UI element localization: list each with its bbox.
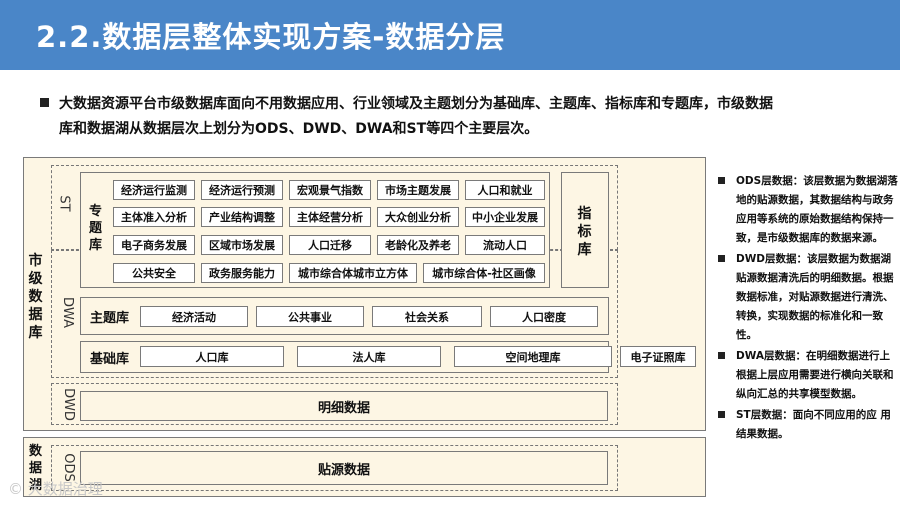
- note-text-dwd: DWD层数据：该层数据为数据湖贴源数据清洗后的明细数据。根据数据标准，对贴源数据…: [736, 253, 894, 341]
- note-item: DWA层数据：在明细数据进行上根据上层应用需要进行横向关联和纵向汇总的共享模型数…: [718, 347, 898, 404]
- page-title: 2.2.数据层整体实现方案-数据分层: [36, 20, 506, 54]
- topic-cell: 区域市场发展: [201, 235, 283, 255]
- topic-cell: 政务服务能力: [201, 263, 283, 283]
- topic-cell: 产业结构调整: [201, 207, 283, 227]
- topic-cell: 大众创业分析: [377, 207, 459, 227]
- subject-db-label: 主题库: [90, 311, 130, 326]
- layer-tag-dwa: DWA: [60, 296, 76, 329]
- note-text-ods: ODS层数据：该层数据为数据湖落地的贴源数据，其数据结构与政务应用等系统的原始数…: [736, 175, 898, 244]
- note-item: ST层数据：面向不同应用的应 用结果数据。: [718, 406, 898, 444]
- bullet-square-icon: [718, 411, 725, 418]
- topic-cell: 主体经营分析: [289, 207, 371, 227]
- layer-tag-dwd: DWD: [60, 388, 76, 421]
- city-database-label: 市级数据库: [28, 253, 43, 341]
- bullet-square-icon: [40, 98, 49, 107]
- topic-cell: 老龄化及养老: [377, 235, 459, 255]
- topic-cell: 人口迁移: [289, 235, 371, 255]
- topic-cell: 城市综合体-社区画像: [423, 263, 545, 283]
- note-text-st: ST层数据：面向不同应用的应 用结果数据。: [736, 409, 891, 440]
- base-db-label: 基础库: [90, 352, 130, 367]
- bullet-square-icon: [718, 255, 725, 262]
- topic-cell: 城市综合体城市立方体: [289, 263, 417, 283]
- topic-cell: 经济运行预测: [201, 180, 283, 200]
- topic-cell: 经济运行监测: [113, 180, 195, 200]
- topic-cell: 主体准入分析: [113, 207, 195, 227]
- title-bar: 2.2.数据层整体实现方案-数据分层: [0, 0, 900, 70]
- watermark-text: 大数据治理: [27, 480, 103, 498]
- topic-cell: 人口和就业: [465, 180, 545, 200]
- subject-cell: 公共事业: [256, 306, 364, 327]
- base-cell: 空间地理库: [454, 346, 612, 367]
- bullet-square-icon: [718, 352, 725, 359]
- topic-db-label: 专题库: [88, 204, 102, 253]
- intro-line-1: 大数据资源平台市级数据库面向不用数据应用、行业领域及主题划分为基础库、主题库、指…: [59, 96, 773, 112]
- note-text-dwa: DWA层数据：在明细数据进行上根据上层应用需要进行横向关联和纵向汇总的共享模型数…: [736, 350, 894, 400]
- topic-cell: 宏观景气指数: [289, 180, 371, 200]
- bullet-square-icon: [718, 177, 725, 184]
- note-item: ODS层数据：该层数据为数据湖落地的贴源数据，其数据结构与政务应用等系统的原始数…: [718, 172, 898, 248]
- subject-cell: 经济活动: [140, 306, 248, 327]
- topic-cell: 市场主题发展: [377, 180, 459, 200]
- layer-tag-st: ST: [56, 195, 72, 212]
- watermark: © 大数据治理: [8, 478, 103, 499]
- detail-data-bar: 明细数据: [80, 391, 608, 421]
- topic-cell: 中小企业发展: [465, 207, 545, 227]
- watermark-logo-icon: ©: [8, 480, 23, 498]
- topic-cell: 公共安全: [113, 263, 195, 283]
- base-cell: 电子证照库: [620, 346, 696, 367]
- note-item: DWD层数据：该层数据为数据湖贴源数据清洗后的明细数据。根据数据标准，对贴源数据…: [718, 250, 898, 345]
- intro-line-2: 库和数据湖从数据层次上划分为ODS、DWD、DWA和ST等四个主要层次。: [59, 121, 539, 137]
- intro-paragraph: 大数据资源平台市级数据库面向不用数据应用、行业领域及主题划分为基础库、主题库、指…: [40, 92, 830, 142]
- subject-cell: 人口密度: [490, 306, 598, 327]
- subject-cell: 社会关系: [372, 306, 482, 327]
- source-data-bar: 贴源数据: [80, 451, 608, 485]
- indicator-db-label: 指标库: [577, 206, 592, 258]
- topic-cell: 电子商务发展: [113, 235, 195, 255]
- base-cell: 法人库: [297, 346, 441, 367]
- base-cell: 人口库: [140, 346, 284, 367]
- layer-notes: ODS层数据：该层数据为数据湖落地的贴源数据，其数据结构与政务应用等系统的原始数…: [718, 172, 898, 446]
- topic-cell: 流动人口: [465, 235, 545, 255]
